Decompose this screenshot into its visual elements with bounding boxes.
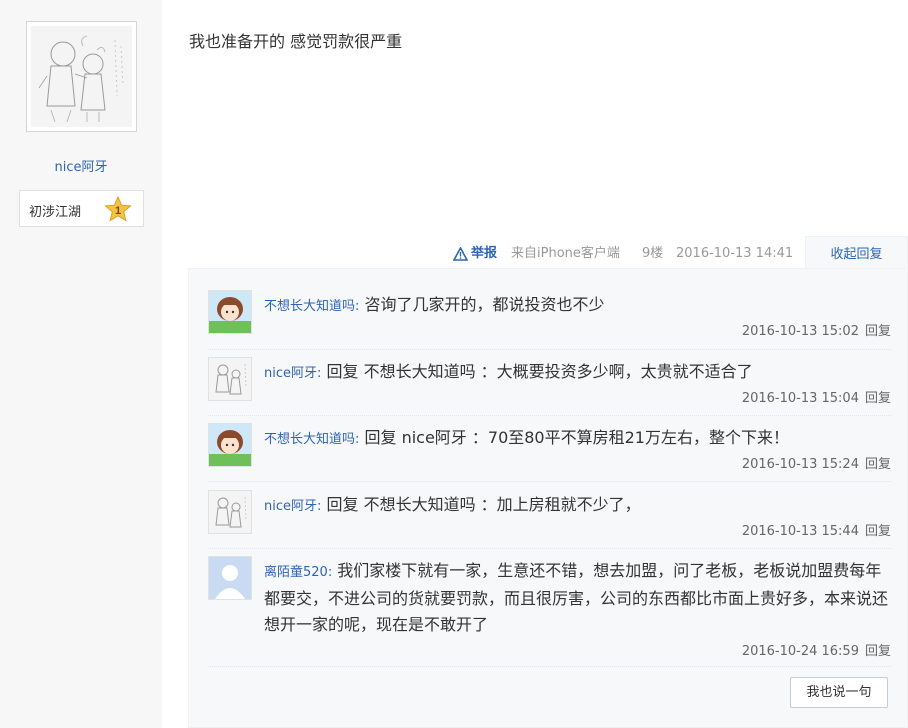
reply-meta: 2016-10-13 15:24 回复 [742,453,891,472]
post-date: 2016-10-13 14:41 [676,246,794,261]
reply-meta: 2016-10-13 15:44 回复 [742,520,891,539]
reply-avatar[interactable] [208,357,252,401]
reply-text: 回复 不想长大知道吗 ：大概要投资多少啊，太贵就不适合了 [326,362,753,381]
reply-content: 不想长大知道吗: 咨询了几家开的，都说投资也不少 [264,292,891,320]
reply-username[interactable]: 离陌童520: [264,565,332,580]
author-avatar[interactable] [26,21,137,132]
reply-divider [208,666,891,667]
reply-divider [208,548,891,549]
reply-button[interactable]: 回复 [865,524,891,539]
reply-avatar[interactable] [208,290,252,334]
reply-text: 回复 不想长大知道吗 ：加上房租就不少了， [326,495,641,514]
reply-list: 不想长大知道吗: 咨询了几家开的，都说投资也不少 2016-10-13 15:0… [188,268,908,728]
author-sidebar: nice阿牙 初涉江湖 1 [0,0,162,728]
reply-content: 不想长大知道吗: 回复 nice阿牙 ：70至80平不算房租21万左右，整个下来… [264,425,891,453]
reply-button[interactable]: 回复 [865,391,891,406]
reply-button[interactable]: 回复 [865,324,891,339]
sketch-couple-avatar-icon [209,491,251,533]
warning-icon [453,247,468,261]
reply-divider [208,415,891,416]
reply-time: 2016-10-13 15:02 [741,324,859,339]
reply-username[interactable]: nice阿牙: [264,366,321,381]
level-star-icon: 1 [104,196,132,222]
sketch-couple-avatar-icon [209,358,251,400]
level-number: 1 [115,205,121,217]
reply-meta: 2016-10-13 15:04 回复 [742,387,891,406]
reply-time: 2016-10-13 15:24 [741,457,859,472]
reply-button[interactable]: 回复 [865,457,891,472]
reply-avatar[interactable] [208,490,252,534]
level-title: 初涉江湖 [29,205,82,220]
reply-text: 回复 nice阿牙 ：70至80平不算房租21万左右，整个下来！ [364,428,789,447]
reply-meta: 2016-10-13 15:02 回复 [742,320,891,339]
level-badge[interactable]: 初涉江湖 1 [19,190,144,227]
reply-divider [208,349,891,350]
reply-text: 我们家楼下就有一家，生意还不错，想去加盟，问了老板，老板说加盟费每年都要交，不进… [264,561,889,634]
report-link[interactable]: 举报 [453,245,497,263]
author-name[interactable]: nice阿牙 [0,156,162,175]
reply-username[interactable]: nice阿牙: [264,499,321,514]
reply-username[interactable]: 不想长大知道吗: [264,432,359,447]
report-label: 举报 [471,246,498,261]
reply-avatar[interactable] [208,423,252,467]
reply-content: nice阿牙: 回复 不想长大知道吗 ：加上房租就不少了， [264,492,891,520]
reply-time: 2016-10-13 15:44 [741,524,859,539]
reply-divider [208,481,891,482]
reply-time: 2016-10-13 15:04 [741,391,859,406]
reply-username[interactable]: 不想长大知道吗: [264,299,359,314]
say-something-button[interactable]: 我也说一句 [790,677,888,708]
reply-text: 咨询了几家开的，都说投资也不少 [364,295,605,314]
reply-meta: 2016-10-24 16:59 回复 [742,640,891,659]
sketch-couple-avatar-icon [31,26,132,127]
cartoon-girl-avatar-icon [209,291,251,333]
cartoon-girl-avatar-icon [209,424,251,466]
reply-content: nice阿牙: 回复 不想长大知道吗 ：大概要投资多少啊，太贵就不适合了 [264,359,891,387]
reply-button[interactable]: 回复 [865,644,891,659]
reply-time: 2016-10-24 16:59 [741,644,859,659]
post-floor: 9楼 [642,246,664,261]
post-source: 来自iPhone客户端 [511,246,620,261]
reply-content: 离陌童520: 我们家楼下就有一家，生意还不错，想去加盟，问了老板，老板说加盟费… [264,558,891,638]
collapse-replies-button[interactable]: 收起回复 [805,236,908,269]
reply-avatar[interactable] [208,556,252,600]
post-content: 我也准备开的 感觉罚款很严重 [189,32,403,51]
default-user-avatar-icon [209,557,251,599]
